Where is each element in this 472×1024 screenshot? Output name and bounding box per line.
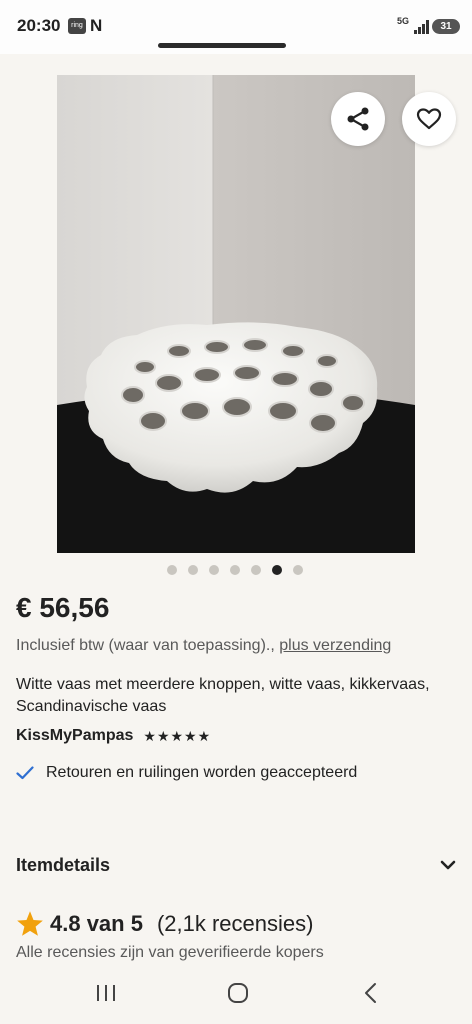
item-details-toggle[interactable]: Itemdetails xyxy=(16,850,456,880)
pagination-dot[interactable] xyxy=(167,565,177,575)
verified-note: Alle recensies zijn van geverifieerde ko… xyxy=(16,944,324,961)
image-pagination[interactable] xyxy=(167,565,303,575)
seller-rating-stars: ★★★★★ xyxy=(143,727,212,744)
pagination-dot-active[interactable] xyxy=(272,565,282,575)
network-type: 5G xyxy=(397,16,410,26)
pagination-dot[interactable] xyxy=(293,565,303,575)
rating-value: 4.8 van 5 xyxy=(50,910,143,936)
pagination-dot[interactable] xyxy=(230,565,240,575)
returns-row: Retouren en ruilingen worden geaccepteer… xyxy=(16,764,357,782)
chevron-down-icon xyxy=(440,860,456,870)
rating-summary[interactable]: 4.8 van 5 (2,1k recensies) xyxy=(16,910,313,937)
back-icon xyxy=(365,983,376,1003)
pagination-dot[interactable] xyxy=(209,565,219,575)
recents-button[interactable] xyxy=(91,980,121,1006)
seller-row[interactable]: KissMyPampas ★★★★★ xyxy=(16,727,211,745)
seller-name[interactable]: KissMyPampas xyxy=(16,727,133,745)
home-icon xyxy=(228,983,248,1003)
price: € 56,56 xyxy=(16,592,110,623)
status-bar: 20:30 ring N 5G 31 xyxy=(0,0,472,54)
returns-text: Retouren en ruilingen worden geaccepteer… xyxy=(46,764,358,781)
product-image[interactable] xyxy=(57,75,415,553)
share-button[interactable] xyxy=(331,92,385,146)
pagination-dot[interactable] xyxy=(188,565,198,575)
battery-icon: 31 xyxy=(432,19,460,34)
sheet-handle[interactable] xyxy=(158,43,286,48)
status-time: 20:30 xyxy=(17,16,61,35)
recents-icon xyxy=(97,985,115,1001)
share-icon xyxy=(347,107,369,131)
system-navigation-bar xyxy=(0,962,472,1024)
home-button[interactable] xyxy=(223,980,253,1006)
favorite-button[interactable] xyxy=(402,92,456,146)
tax-note: Inclusief btw (waar van toepassing)., pl… xyxy=(16,637,391,655)
review-count: (2,1k recensies) xyxy=(156,910,314,936)
star-icon xyxy=(17,911,43,936)
back-button[interactable] xyxy=(356,980,386,1006)
item-details-label: Itemdetails xyxy=(16,854,111,875)
netflix-icon: N xyxy=(90,16,103,35)
heart-icon xyxy=(416,108,442,130)
product-title: Witte vaas met meerdere knoppen, witte v… xyxy=(16,676,430,715)
ring-app-icon: ring xyxy=(68,18,86,34)
shipping-link[interactable]: plus verzending xyxy=(279,637,391,654)
tax-note-text: Inclusief btw (waar van toepassing)., xyxy=(16,637,275,654)
signal-icon xyxy=(414,20,429,34)
pagination-dot[interactable] xyxy=(251,565,261,575)
check-icon xyxy=(16,766,34,780)
